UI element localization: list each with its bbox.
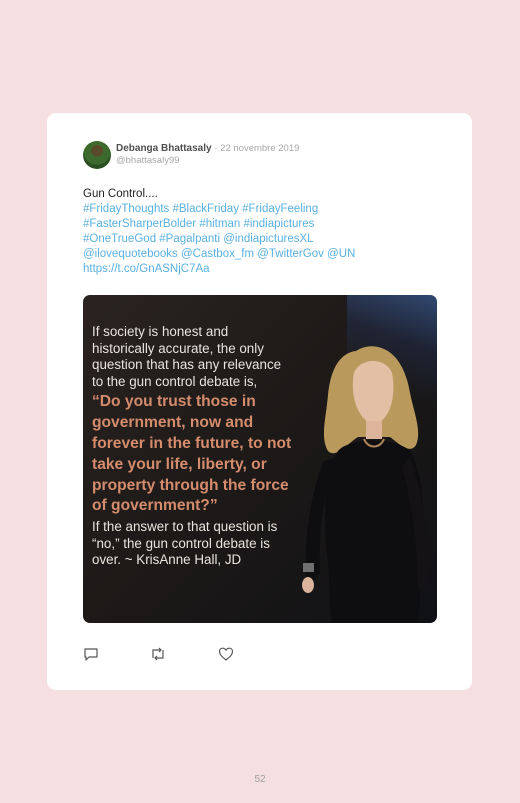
tweet-card: Debanga Bhattasaly · 22 novembre 2019 @b… [47,113,472,690]
tweet-mentions-line[interactable]: @ilovequotebooks @Castbox_fm @TwitterGov… [83,247,433,262]
tweet-intro: Gun Control.... [83,188,158,200]
quote-intro-line: to the gun control debate is, [92,373,258,389]
quote-highlight-line: property through the force [92,476,289,494]
quote-highlight-line: take your life, liberty, or [92,455,267,473]
tweet-hashtags-line[interactable]: #OneTrueGod #Pagalpanti @indiapicturesXL [83,232,433,247]
tweet-actions [83,646,253,662]
reply-icon[interactable] [83,646,99,662]
retweet-icon[interactable] [150,646,166,662]
quote-image[interactable]: If society is honest and historically ac… [83,295,437,623]
quote-outro-line: “no,” the gun control debate is [92,535,270,551]
quote-text: If society is honest and historically ac… [92,324,322,569]
quote-highlight-line: of government?” [92,497,218,515]
tweet-header: Debanga Bhattasaly · 22 novembre 2019 [116,142,299,155]
author-name[interactable]: Debanga Bhattasaly [116,143,212,154]
tweet-url[interactable]: https://t.co/GnASNjC7Aa [83,262,433,277]
page-number: 52 [254,774,266,785]
tweet-date: · 22 novembre 2019 [214,143,300,154]
quote-highlight-line: forever in the future, to not [92,434,292,452]
tweet-hashtags-line[interactable]: #FridayThoughts #BlackFriday #FridayFeel… [83,202,433,217]
quote-outro-line: over. ~ KrisAnne Hall, JD [92,552,242,568]
quote-outro-line: If the answer to that question is [92,519,278,535]
tweet-text: Gun Control.... #FridayThoughts #BlackFr… [83,187,433,277]
like-icon[interactable] [218,646,234,662]
author-handle: @bhattasaly99 [116,155,180,166]
quote-highlight: “Do you trust those in government, now a… [92,392,322,517]
avatar[interactable] [83,141,111,169]
quote-highlight-line: “Do you trust those in [92,393,256,411]
quote-intro-line: historically accurate, the only [92,340,264,356]
quote-highlight-line: government, now and [92,414,254,432]
quote-intro-line: If society is honest and [92,324,229,339]
tweet-hashtags-line[interactable]: #FasterSharperBolder #hitman #indiapictu… [83,217,433,232]
quote-intro-line: question that has any relevance [92,357,282,373]
